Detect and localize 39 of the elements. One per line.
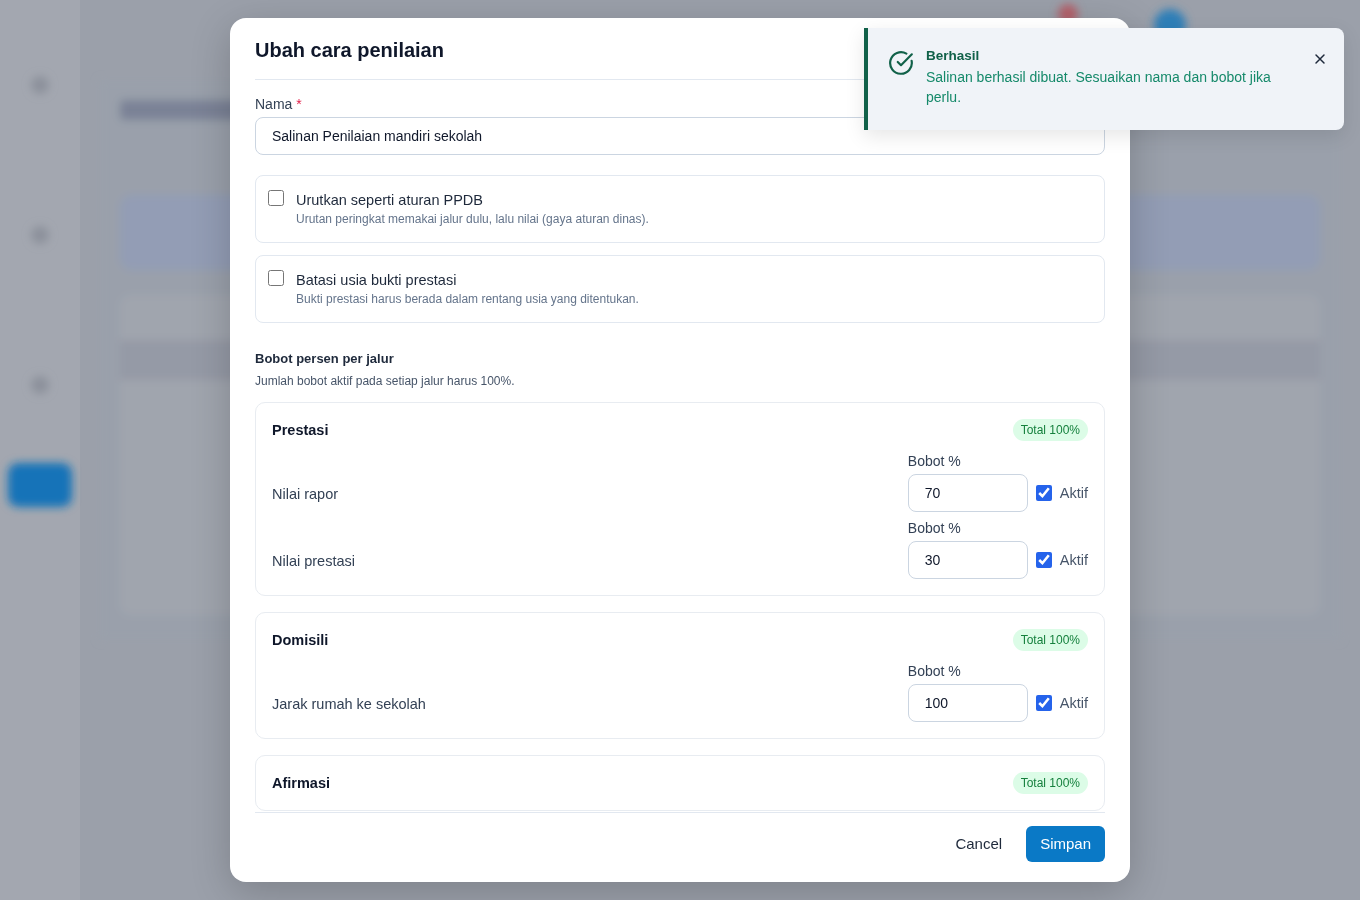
toast-title: Berhasil <box>926 48 981 63</box>
total-badge: Total 100% <box>1012 629 1088 651</box>
option-description: Bukti prestasi harus berada dalam rentang usia yang ditentukan. <box>296 292 639 306</box>
option-description: Urutan peringkat memakai jalur dulu, lalu nilai (gaya aturan dinas). <box>296 212 649 226</box>
check-circle-icon <box>888 50 914 76</box>
weight-label: Bobot % <box>907 663 962 679</box>
option-checkbox[interactable] <box>268 270 284 286</box>
active-label: Aktif <box>1059 485 1088 501</box>
active-checkbox[interactable] <box>1035 485 1052 501</box>
active-checkbox[interactable] <box>1035 552 1052 568</box>
section-title: Bobot persen per jalur <box>255 351 395 366</box>
weight-input[interactable]: 100 <box>907 684 1028 722</box>
name-input[interactable]: Salinan Penilaian mandiri sekolah <box>255 117 1105 155</box>
active-checkbox[interactable] <box>1035 695 1052 711</box>
close-icon[interactable] <box>1312 51 1328 67</box>
total-badge: Total 100% <box>1012 772 1088 794</box>
weight-label: Bobot % <box>907 520 962 536</box>
weight-input[interactable]: 30 <box>907 541 1028 579</box>
weight-input[interactable]: 70 <box>907 474 1028 512</box>
active-label: Aktif <box>1059 552 1088 568</box>
option-label: Urutkan seperti aturan PPDB <box>296 192 484 208</box>
toast-message: Salinan berhasil dibuat. Sesuaikan nama dan bobot jika perlu. <box>926 68 1272 107</box>
criterion-label: Nilai prestasi <box>272 553 355 571</box>
dialog-title: Ubah cara penilaian <box>255 39 444 62</box>
cancel-button[interactable]: Cancel <box>941 825 1017 862</box>
route-name: Domisili <box>272 632 329 648</box>
criterion-label: Jarak rumah ke sekolah <box>272 696 426 714</box>
total-badge: Total 100% <box>1012 419 1088 441</box>
option-label: Batasi usia bukti prestasi <box>296 272 458 288</box>
section-hint: Jumlah bobot aktif pada setiap jalur harus 100%. <box>255 374 516 388</box>
option-checkbox[interactable] <box>268 190 284 206</box>
save-button[interactable]: Simpan <box>1026 825 1105 862</box>
route-name: Afirmasi <box>272 775 331 791</box>
field-label: Nama <box>255 96 293 112</box>
weight-label: Bobot % <box>907 453 962 469</box>
active-label: Aktif <box>1059 695 1088 711</box>
route-name: Prestasi <box>272 422 329 438</box>
required-mark: * <box>296 96 302 112</box>
criterion-label: Nilai rapor <box>272 486 339 504</box>
